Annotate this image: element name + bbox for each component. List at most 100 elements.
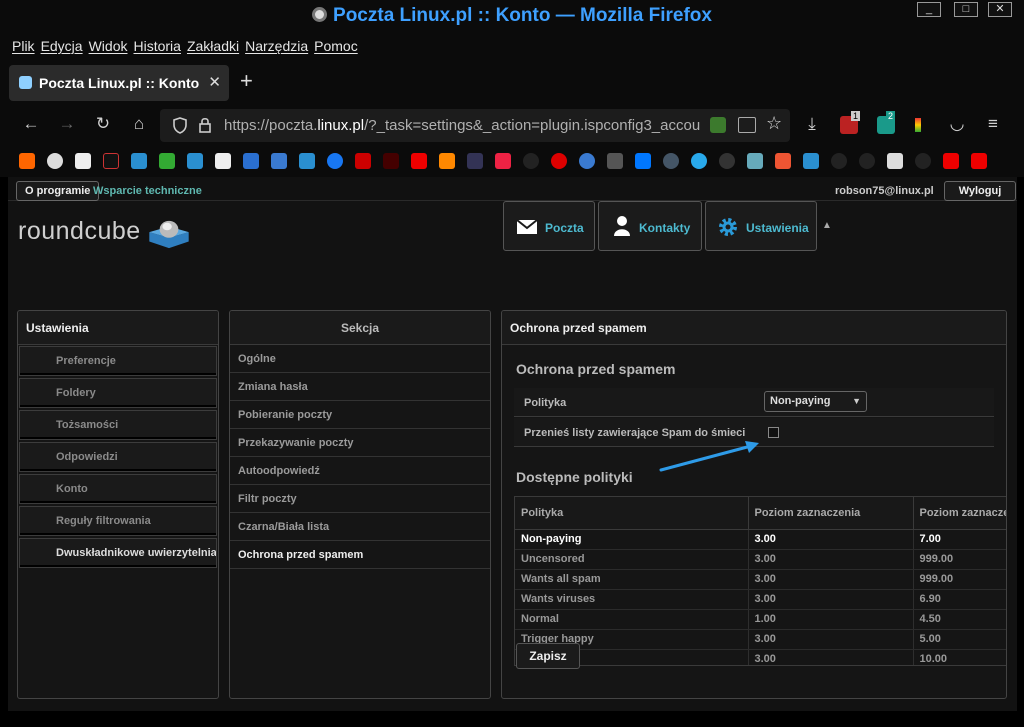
bookmark-icon[interactable] bbox=[383, 153, 399, 169]
settings-item-folders[interactable]: Foldery bbox=[19, 378, 217, 408]
table-row[interactable]: 3.00 10.00 bbox=[515, 649, 1006, 665]
pocket-icon[interactable]: ◡ bbox=[946, 114, 968, 134]
bookmark-icon[interactable] bbox=[747, 153, 763, 169]
table-row[interactable]: Normal 1.00 4.50 bbox=[515, 609, 1006, 630]
table-row[interactable]: Uncensored 3.00 999.00 bbox=[515, 549, 1006, 570]
logo-text: roundcube bbox=[18, 217, 141, 245]
url-text[interactable]: https://poczta.linux.pl/?_task=settings&… bbox=[224, 117, 700, 134]
menu-plik[interactable]: Plik bbox=[12, 38, 35, 54]
tab-active[interactable]: Poczta Linux.pl :: Konto ✕ bbox=[9, 65, 229, 101]
table-row[interactable]: Non-paying 3.00 7.00 bbox=[515, 529, 1006, 550]
bookmark-icon[interactable] bbox=[831, 153, 847, 169]
section-item-spam[interactable]: Ochrona przed spamem bbox=[230, 541, 490, 569]
bookmark-icon[interactable] bbox=[159, 153, 175, 169]
close-window-button[interactable]: ✕ bbox=[988, 2, 1012, 17]
home-icon[interactable]: ⌂ bbox=[128, 114, 150, 134]
bookmark-icon[interactable] bbox=[971, 153, 987, 169]
bookmark-icon[interactable] bbox=[467, 153, 483, 169]
policy-select[interactable]: Non-paying ▼ bbox=[764, 391, 867, 412]
bookmark-icon[interactable] bbox=[859, 153, 875, 169]
section-panel: Sekcja Ogólne Zmiana hasła Pobieranie po… bbox=[229, 310, 491, 699]
settings-item-filters[interactable]: Reguły filtrowania bbox=[19, 506, 217, 536]
bookmark-icon[interactable] bbox=[19, 153, 35, 169]
bookmark-icon[interactable] bbox=[607, 153, 623, 169]
bookmark-icon[interactable] bbox=[187, 153, 203, 169]
bookmark-icon[interactable] bbox=[719, 153, 735, 169]
table-row[interactable]: Trigger happy 3.00 5.00 bbox=[515, 629, 1006, 650]
bookmark-icon[interactable] bbox=[271, 153, 287, 169]
bookmark-icon[interactable] bbox=[915, 153, 931, 169]
back-icon[interactable]: ← bbox=[20, 114, 42, 134]
section-item-autoreply[interactable]: Autoodpowiedź bbox=[230, 457, 490, 485]
section-item-forward[interactable]: Przekazywanie poczty bbox=[230, 429, 490, 457]
lock-icon[interactable] bbox=[198, 117, 212, 134]
section-item-blacklist[interactable]: Czarna/Biała lista bbox=[230, 513, 490, 541]
settings-nav-button[interactable]: Ustawienia bbox=[705, 201, 817, 251]
bookmark-icon[interactable] bbox=[495, 153, 511, 169]
bookmark-icon[interactable] bbox=[887, 153, 903, 169]
settings-item-account[interactable]: Konto bbox=[19, 474, 217, 504]
bookmark-star-icon[interactable]: ☆ bbox=[766, 113, 782, 134]
forward-icon[interactable]: → bbox=[56, 114, 78, 134]
bookmark-icon[interactable] bbox=[103, 153, 119, 169]
menu-historia[interactable]: Historia bbox=[134, 38, 181, 54]
bookmark-icon[interactable] bbox=[75, 153, 91, 169]
contacts-nav-button[interactable]: Kontakty bbox=[598, 201, 702, 251]
mail-nav-button[interactable]: Poczta bbox=[503, 201, 595, 251]
bookmark-icon[interactable] bbox=[551, 153, 567, 169]
bookmark-icon[interactable] bbox=[243, 153, 259, 169]
translate-icon[interactable] bbox=[738, 117, 756, 133]
bookmark-icon[interactable] bbox=[411, 153, 427, 169]
reload-icon[interactable]: ↻ bbox=[92, 114, 114, 134]
bookmark-icon[interactable] bbox=[691, 153, 707, 169]
settings-item-identities[interactable]: Tożsamości bbox=[19, 410, 217, 440]
logout-button[interactable]: Wyloguj bbox=[944, 181, 1016, 201]
menu-pomoc[interactable]: Pomoc bbox=[314, 38, 358, 54]
maximize-button[interactable]: □ bbox=[954, 2, 978, 17]
download-icon[interactable]: ⤓ bbox=[801, 114, 823, 134]
flag-extension-icon[interactable] bbox=[915, 118, 921, 132]
menu-hamburger-icon[interactable]: ≡ bbox=[982, 114, 1004, 134]
table-row[interactable]: Wants all spam 3.00 999.00 bbox=[515, 569, 1006, 590]
table-cell: 3.00 bbox=[748, 589, 914, 610]
bookmark-icon[interactable] bbox=[663, 153, 679, 169]
menu-edycja[interactable]: Edycja bbox=[41, 38, 83, 54]
bookmark-icon[interactable] bbox=[47, 153, 63, 169]
settings-item-responses[interactable]: Odpowiedzi bbox=[19, 442, 217, 472]
bookmark-icon[interactable] bbox=[327, 153, 343, 169]
bookmark-icon[interactable] bbox=[215, 153, 231, 169]
bookmark-icon[interactable] bbox=[439, 153, 455, 169]
menu-narzedzia[interactable]: Narzędzia bbox=[245, 38, 308, 54]
settings-item-preferences[interactable]: Preferencje bbox=[19, 346, 217, 376]
bookmark-icon[interactable] bbox=[635, 153, 651, 169]
section-item-filter[interactable]: Filtr poczty bbox=[230, 485, 490, 513]
shield-icon[interactable] bbox=[172, 117, 188, 134]
table-header-row: Polityka Poziom zaznaczenia Poziom zazna… bbox=[515, 497, 1006, 530]
move-spam-checkbox[interactable] bbox=[768, 427, 779, 438]
bookmark-icon[interactable] bbox=[299, 153, 315, 169]
menu-widok[interactable]: Widok bbox=[89, 38, 128, 54]
support-link[interactable]: Wsparcie techniczne bbox=[93, 185, 202, 197]
bookmark-icon[interactable] bbox=[775, 153, 791, 169]
url-bar[interactable]: https://poczta.linux.pl/?_task=settings&… bbox=[160, 109, 790, 142]
collapse-header-icon[interactable]: ▲ bbox=[822, 220, 832, 231]
bookmark-icon[interactable] bbox=[355, 153, 371, 169]
save-button[interactable]: Zapisz bbox=[516, 643, 580, 669]
section-item-password[interactable]: Zmiana hasła bbox=[230, 373, 490, 401]
bookmark-icon[interactable] bbox=[943, 153, 959, 169]
new-tab-button[interactable]: + bbox=[240, 70, 253, 92]
menu-zakladki[interactable]: Zakładki bbox=[187, 38, 239, 54]
table-row[interactable]: Wants viruses 3.00 6.90 bbox=[515, 589, 1006, 610]
tab-close-icon[interactable]: ✕ bbox=[208, 73, 221, 91]
nodejs-extension-icon[interactable] bbox=[710, 117, 726, 133]
section-item-fetchmail[interactable]: Pobieranie poczty bbox=[230, 401, 490, 429]
settings-item-2fa[interactable]: Dwuskładnikowe uwierzytelniani bbox=[19, 538, 217, 568]
minimize-button[interactable]: _ bbox=[917, 2, 941, 17]
section-item-general[interactable]: Ogólne bbox=[230, 345, 490, 373]
bookmark-icon[interactable] bbox=[131, 153, 147, 169]
bookmark-icon[interactable] bbox=[523, 153, 539, 169]
about-button[interactable]: O programie bbox=[16, 181, 100, 201]
bookmark-icon[interactable] bbox=[803, 153, 819, 169]
bookmark-icon[interactable] bbox=[579, 153, 595, 169]
window-title-text: Poczta Linux.pl :: Konto — Mozilla Firef… bbox=[333, 5, 712, 26]
